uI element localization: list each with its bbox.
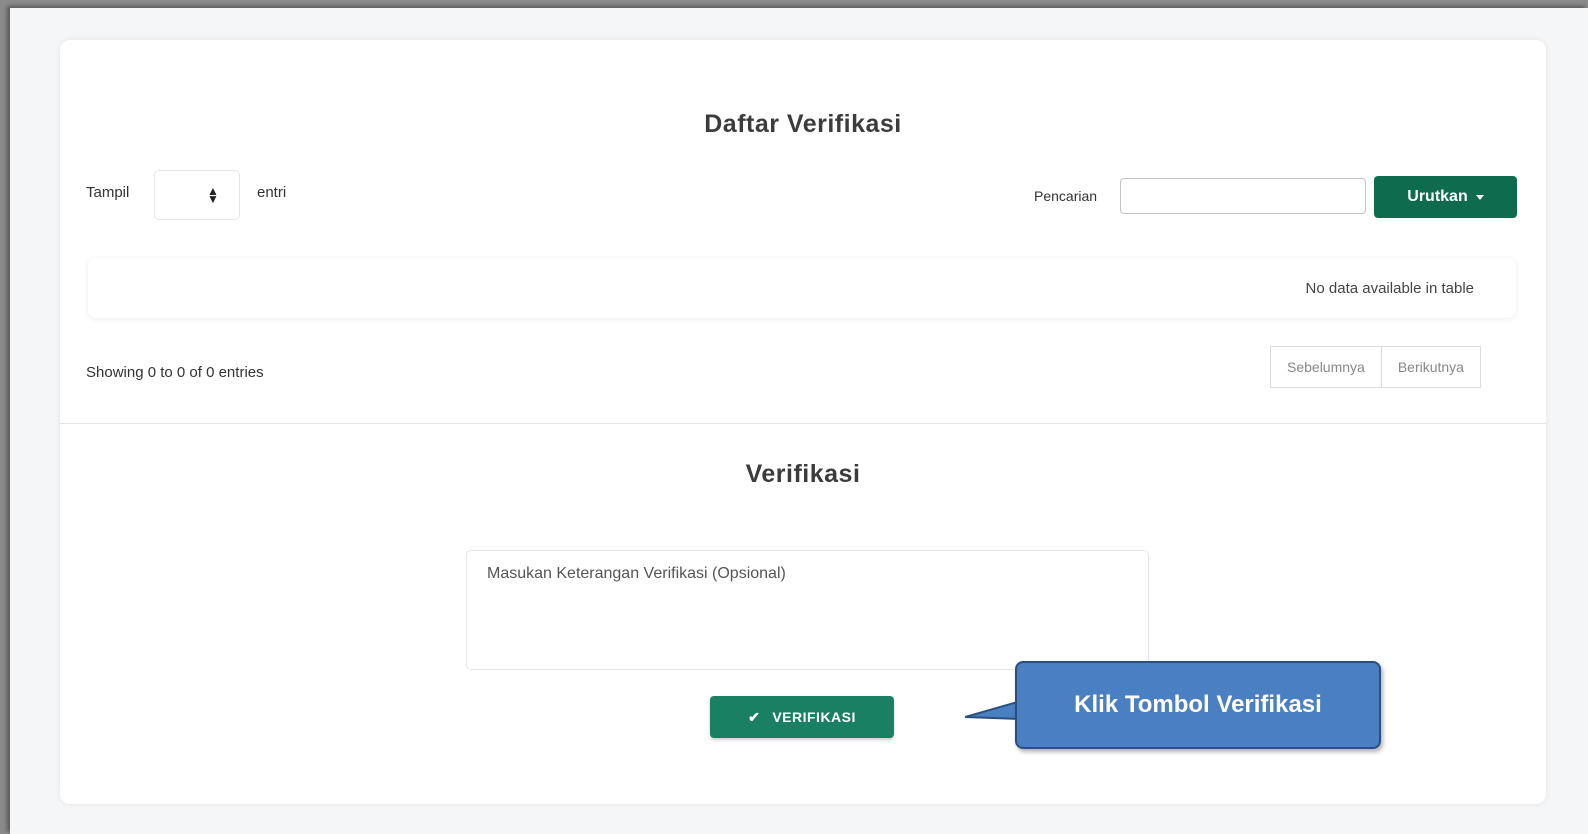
sort-icon: ▲ ▼ [207,184,219,206]
data-table: No data available in table [88,258,1516,318]
entries-per-page-select[interactable]: ▲ ▼ [154,170,240,220]
table-info: Showing 0 to 0 of 0 entries [86,364,264,381]
verification-note-textarea[interactable]: Masukan Keterangan Verifikasi (Opsional) [466,550,1149,670]
check-icon: ✔ [748,708,761,725]
previous-page-button[interactable]: Sebelumnya [1271,347,1381,387]
caret-down-icon [1475,195,1484,200]
pagination: Sebelumnya Berikutnya [1270,346,1481,388]
verification-card: Daftar Verifikasi Tampil ▲ ▼ entri Pencar… [60,40,1546,804]
screenshot-frame: Daftar Verifikasi Tampil ▲ ▼ entri Pencar… [10,8,1588,834]
verification-note-placeholder: Masukan Keterangan Verifikasi (Opsional) [487,565,786,582]
search-label: Pencarian [1034,188,1098,204]
section-divider [60,423,1546,424]
list-title: Daftar Verifikasi [704,110,902,138]
sort-button-label: Urutkan [1407,188,1468,205]
instruction-callout: Klik Tombol Verifikasi [1015,661,1381,749]
verify-title: Verifikasi [745,460,861,488]
callout-text: Klik Tombol Verifikasi [1074,691,1322,718]
length-suffix: entri [257,184,287,201]
verify-button[interactable]: ✔ VERIFIKASI [710,696,894,738]
sort-button[interactable]: Urutkan [1374,176,1517,218]
table-empty-message: No data available in table [1305,280,1474,297]
length-label: Tampil [86,184,130,201]
search-input[interactable] [1120,178,1366,214]
verify-button-label: VERIFIKASI [772,709,856,725]
next-page-button[interactable]: Berikutnya [1380,347,1480,387]
